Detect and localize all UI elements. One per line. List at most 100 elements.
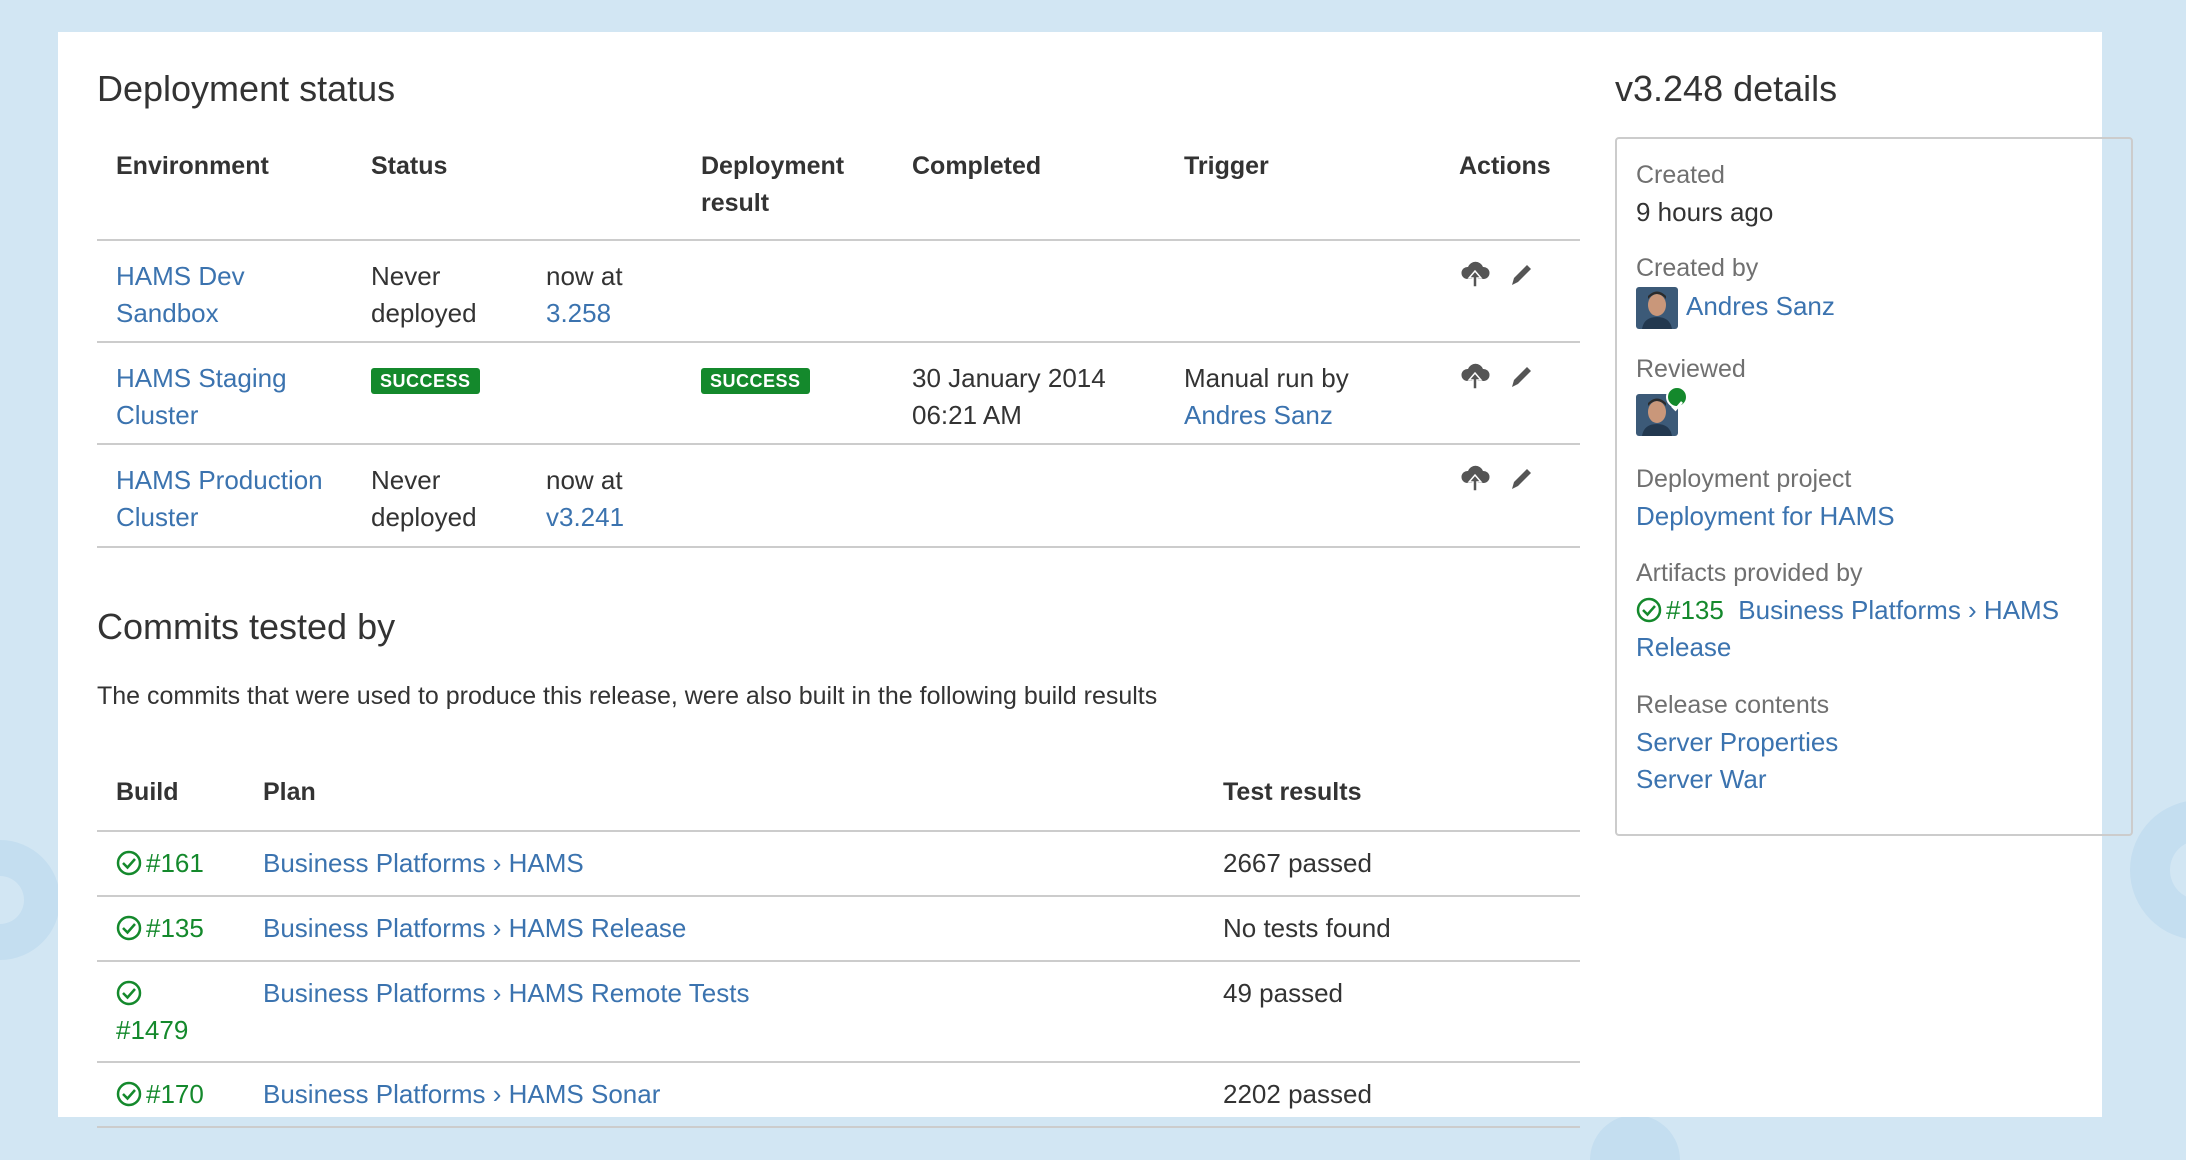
deployment-project-section: Deployment project Deployment for HAMS (1636, 461, 2116, 535)
test-results-cell: 2202 passed (1223, 1079, 1372, 1109)
trigger-user-link[interactable]: Andres Sanz (1184, 400, 1333, 430)
build-number-link[interactable]: #1479 (116, 1015, 188, 1045)
artifacts-section: Artifacts provided by #135 Business Plat… (1636, 555, 2116, 666)
test-results-cell: 49 passed (1223, 978, 1343, 1008)
actions-cell (1440, 342, 1580, 444)
commits-description: The commits that were used to produce th… (97, 682, 1158, 710)
plan-link[interactable]: Business Platforms › HAMS Remote Tests (263, 978, 749, 1008)
build-cell: #1479 (97, 961, 244, 1062)
version-cell: now at 3.258 (527, 240, 682, 342)
build-row: #135 Business Platforms › HAMS Release N… (97, 896, 1580, 961)
column-build: Build (116, 778, 179, 806)
commits-table: Build Plan Test results #161 Business Pl… (97, 774, 1580, 1128)
cloud-upload-icon[interactable] (1459, 465, 1491, 503)
status-text: Never deployed (371, 261, 477, 328)
release-content-link[interactable]: Server Properties (1636, 727, 1838, 757)
result-cell (682, 240, 893, 342)
created-by-section: Created by Andres Sanz (1636, 250, 2116, 329)
reviewed-section: Reviewed (1636, 351, 2116, 436)
build-cell: #161 (97, 831, 244, 896)
commits-table-header: Build Plan Test results (97, 774, 1580, 831)
environment-row: HAMS Staging Cluster SUCCESS SUCCESS 30 … (97, 342, 1580, 444)
completed-cell (893, 240, 1165, 342)
trigger-cell (1165, 444, 1440, 547)
plan-link[interactable]: Business Platforms › HAMS Sonar (263, 1079, 660, 1109)
build-number-link[interactable]: #135 (146, 913, 204, 943)
avatar[interactable] (1636, 287, 1678, 329)
approved-check-icon (1666, 386, 1688, 412)
created-by-user-link[interactable]: Andres Sanz (1686, 291, 1835, 321)
cloud-upload-icon[interactable] (1459, 261, 1491, 299)
trigger-cell: Manual run by Andres Sanz (1165, 342, 1440, 444)
details-heading: v3.248 details (1615, 68, 1838, 109)
deployment-project-label: Deployment project (1636, 465, 1852, 493)
artifacts-build-link[interactable]: #135 (1666, 595, 1724, 625)
version-prefix: now at (546, 261, 623, 291)
result-cell (682, 444, 893, 547)
column-status: Status (371, 152, 448, 180)
reviewed-label: Reviewed (1636, 355, 1746, 383)
completed-cell: 30 January 2014 06:21 AM (912, 363, 1106, 430)
build-row: #161 Business Platforms › HAMS 2667 pass… (97, 831, 1580, 896)
actions-cell (1440, 240, 1580, 342)
version-link[interactable]: 3.258 (546, 298, 611, 328)
pencil-icon[interactable] (1508, 465, 1534, 503)
column-completed: Completed (912, 152, 1042, 180)
success-check-icon (116, 1081, 142, 1107)
version-prefix: now at (546, 465, 623, 495)
success-check-icon (116, 915, 142, 941)
build-cell: #170 (97, 1062, 244, 1127)
deployment-table: Environment Status Deployment result Com… (97, 143, 1580, 548)
test-results-cell: 2667 passed (1223, 848, 1372, 878)
plan-link[interactable]: Business Platforms › HAMS Release (263, 913, 686, 943)
column-actions: Actions (1459, 152, 1551, 180)
artifacts-label: Artifacts provided by (1636, 559, 1863, 587)
release-contents-label: Release contents (1636, 691, 1830, 719)
environment-row: HAMS Production Cluster Never deployed n… (97, 444, 1580, 547)
column-test-results: Test results (1223, 778, 1362, 806)
completed-cell (893, 444, 1165, 547)
trigger-cell (1165, 240, 1440, 342)
build-row: #1479 Business Platforms › HAMS Remote T… (97, 961, 1580, 1062)
build-row: #170 Business Platforms › HAMS Sonar 220… (97, 1062, 1580, 1127)
commits-heading: Commits tested by (97, 606, 396, 647)
created-label: Created (1636, 161, 1725, 189)
build-number-link[interactable]: #170 (146, 1079, 204, 1109)
deployment-project-link[interactable]: Deployment for HAMS (1636, 501, 1895, 531)
success-check-icon (116, 980, 142, 1006)
release-content-link[interactable]: Server War (1636, 764, 1767, 794)
created-by-label: Created by (1636, 254, 1759, 282)
version-link[interactable]: v3.241 (546, 502, 624, 532)
created-section: Created 9 hours ago (1636, 157, 2116, 231)
deployment-table-header: Environment Status Deployment result Com… (97, 143, 1580, 240)
status-text: Never deployed (371, 465, 477, 532)
pencil-icon[interactable] (1508, 261, 1534, 299)
background-gear-icon (1590, 1115, 1680, 1160)
build-cell: #135 (97, 896, 244, 961)
column-trigger: Trigger (1184, 152, 1269, 180)
plan-link[interactable]: Business Platforms › HAMS (263, 848, 584, 878)
trigger-text: Manual run by (1184, 363, 1349, 393)
reviewer-avatar[interactable] (1636, 386, 1688, 436)
cloud-upload-icon[interactable] (1459, 363, 1491, 401)
column-plan: Plan (263, 778, 316, 806)
release-contents-section: Release contents Server Properties Serve… (1636, 687, 2116, 798)
result-badge: SUCCESS (701, 368, 810, 394)
build-number-link[interactable]: #161 (146, 848, 204, 878)
release-panel: Deployment status Environment Status Dep… (58, 32, 2133, 1127)
test-results-cell: No tests found (1223, 913, 1391, 943)
status-badge: SUCCESS (371, 368, 480, 394)
environment-link[interactable]: HAMS Production Cluster (116, 465, 323, 532)
environment-link[interactable]: HAMS Staging Cluster (116, 363, 287, 430)
success-check-icon (1636, 597, 1662, 623)
details-box: Created 9 hours ago Created by Andres Sa… (1615, 137, 2133, 836)
environment-link[interactable]: HAMS Dev Sandbox (116, 261, 245, 328)
deployment-status-heading: Deployment status (97, 68, 396, 109)
column-deployment-result: Deployment result (701, 152, 845, 217)
pencil-icon[interactable] (1508, 363, 1534, 401)
actions-cell (1440, 444, 1580, 547)
environment-row: HAMS Dev Sandbox Never deployed now at 3… (97, 240, 1580, 342)
success-check-icon (116, 850, 142, 876)
version-cell: now at v3.241 (527, 444, 682, 547)
column-environment: Environment (116, 152, 269, 180)
